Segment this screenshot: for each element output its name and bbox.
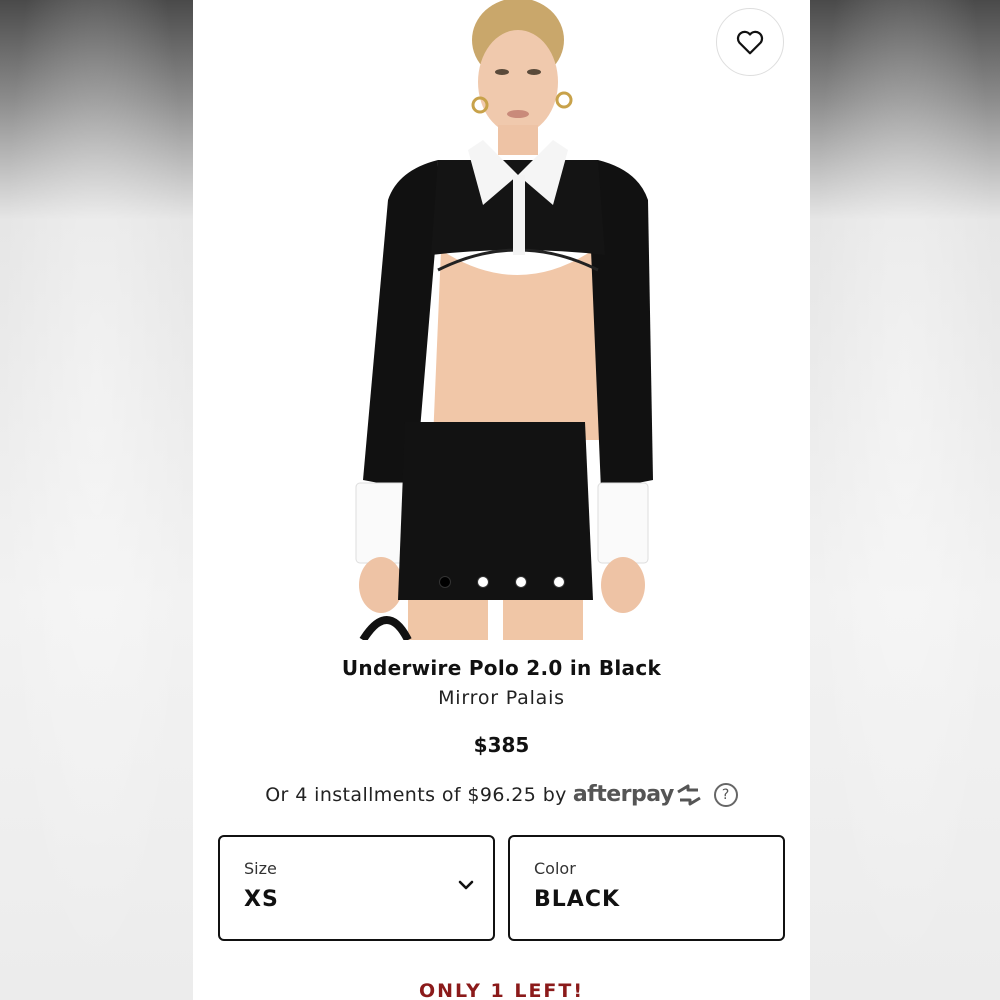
carousel-dot-4[interactable] (552, 576, 565, 588)
installments-text: Or 4 installments of $96.25 by (265, 783, 567, 806)
help-icon[interactable]: ? (713, 782, 738, 807)
color-value: BLACK (534, 887, 621, 912)
size-value: XS (244, 887, 279, 912)
favorite-button[interactable] (716, 8, 784, 76)
product-title: Underwire Polo 2.0 in Black (341, 656, 662, 680)
installments-row: Or 4 installments of $96.25 by afterpay … (193, 782, 810, 807)
color-label: Color (534, 859, 576, 878)
size-label: Size (244, 859, 277, 878)
blurred-right-background (810, 0, 1000, 1000)
carousel-dots (193, 576, 810, 588)
stock-warning: ONLY 1 LEFT! (418, 980, 585, 1000)
carousel-dot-2[interactable] (476, 576, 489, 588)
afterpay-wordmark: afterpay (572, 782, 674, 807)
afterpay-logo: afterpay (573, 782, 704, 807)
brand-name[interactable]: Mirror Palais (193, 687, 810, 709)
carousel-dot-1[interactable] (438, 576, 451, 588)
carousel-dot-3[interactable] (514, 576, 527, 588)
chevron-down-icon (458, 880, 474, 890)
color-selector[interactable]: Color BLACK (508, 835, 785, 941)
heart-icon (736, 30, 764, 55)
size-selector[interactable]: Size XS (218, 835, 495, 941)
product-image[interactable] (193, 0, 810, 640)
afterpay-arrows-icon (677, 784, 701, 805)
blurred-left-background (0, 0, 193, 1000)
product-page: Underwire Polo 2.0 in Black Mirror Palai… (193, 0, 810, 1000)
product-price: $385 (473, 733, 530, 757)
